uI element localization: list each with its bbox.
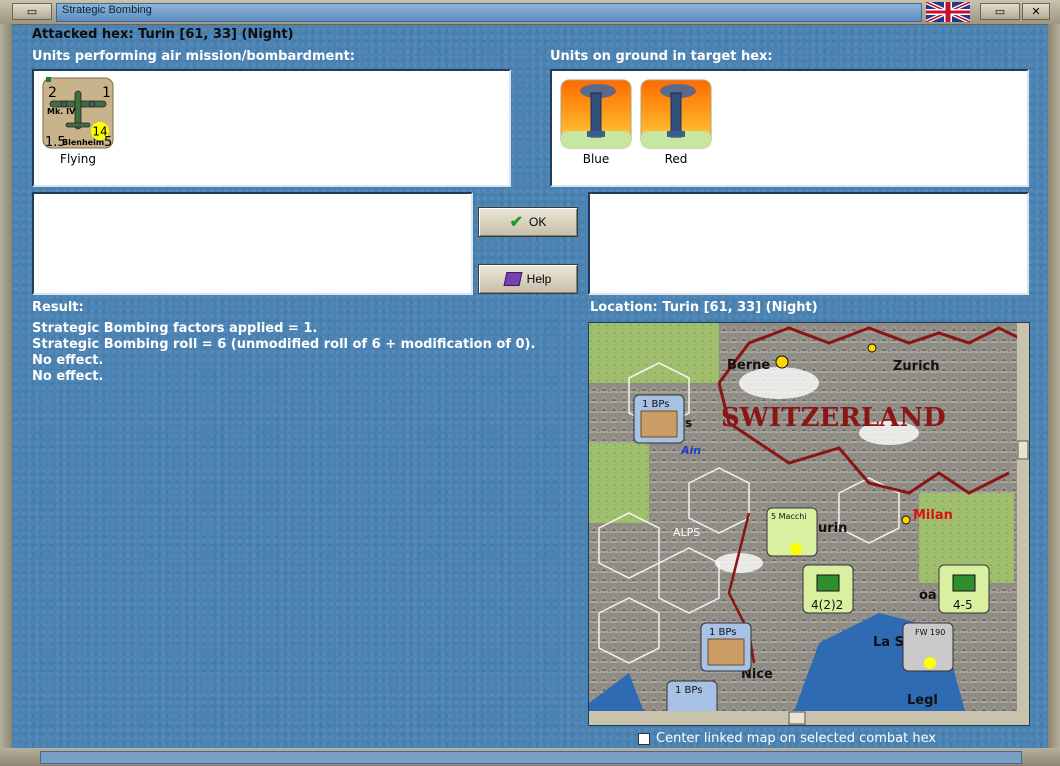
macchi-label: 5 Macchi <box>771 512 807 521</box>
map-counter-infantry-2[interactable]: 4-5 <box>938 564 990 614</box>
factory-smokestack-icon[interactable] <box>640 79 712 149</box>
minimize-button[interactable]: ▭ <box>12 3 52 20</box>
map-label-milan: Milan <box>913 508 953 523</box>
map-label-zurich: Zurich <box>893 359 940 374</box>
result-line-2: Strategic Bombing roll = 6 (unmodified r… <box>32 337 536 352</box>
air-units-heading: Units performing air mission/bombardment… <box>32 49 356 64</box>
help-button[interactable]: Help <box>478 264 578 294</box>
frame-right <box>1048 24 1060 748</box>
air-units-panel: 14 2 1 Mk. IV 1.5 Blenheim 5 Flying <box>32 69 511 187</box>
frame-left <box>0 24 12 748</box>
window-title: Strategic Bombing <box>62 4 152 16</box>
map-label-la-spezia: La S <box>873 635 904 650</box>
center-map-label: Center linked map on selected combat hex <box>656 731 937 746</box>
attacker-details-panel <box>32 192 473 295</box>
result-line-3: No effect. <box>32 353 104 368</box>
counter-top-left: 2 <box>48 85 57 101</box>
counter-top-right: 1 <box>102 85 111 101</box>
frame-bottom-inner <box>40 751 1022 764</box>
map-label-turin: urin <box>818 521 847 536</box>
help-book-icon <box>503 272 523 286</box>
result-line-4: No effect. <box>32 369 104 384</box>
attacked-hex-label: Attacked hex: Turin [61, 33] (Night) <box>32 27 294 42</box>
restore-button[interactable]: ▭ <box>980 3 1020 20</box>
help-button-label: Help <box>526 272 552 286</box>
fw190-label: FW 190 <box>915 628 945 637</box>
bps-label: 1 BPs <box>642 399 669 410</box>
map-label-leghorn: Legl <box>907 693 938 708</box>
factory-smokestack-icon[interactable] <box>560 79 632 149</box>
bps-label: 1 BPs <box>709 627 736 638</box>
checkmark-icon: ✔ <box>509 214 524 231</box>
map-label-genoa: oa <box>919 588 937 603</box>
infantry-strength: 4-5 <box>953 598 973 612</box>
ground-unit-label-blue: Blue <box>582 152 610 166</box>
ground-unit-red[interactable]: Red <box>638 79 714 166</box>
close-button[interactable]: ✕ <box>1022 3 1050 20</box>
center-map-checkbox[interactable] <box>638 732 650 745</box>
map-hscrollbar[interactable] <box>589 711 1029 725</box>
map-label-berne: Berne <box>727 358 770 373</box>
ground-unit-label-red: Red <box>664 152 688 166</box>
blenheim-counter-icon[interactable]: 14 2 1 Mk. IV 1.5 Blenheim 5 <box>42 77 114 150</box>
target-map[interactable]: SWITZERLAND Berne Zurich Milan urin ALPS… <box>588 322 1030 726</box>
map-label-ain: Ain <box>680 444 701 457</box>
map-label-alps: ALPS <box>673 526 700 539</box>
ground-units-heading: Units on ground in target hex: <box>550 49 773 64</box>
ground-unit-blue[interactable]: Blue <box>558 79 634 166</box>
map-counter-macchi-folgore[interactable]: 5 Macchi <box>766 507 818 557</box>
map-canvas[interactable]: SWITZERLAND Berne Zurich Milan urin ALPS… <box>589 323 1029 725</box>
map-counter-bps-2[interactable]: 1 BPs <box>700 622 752 672</box>
map-counter-bps-1[interactable]: 1 BPs <box>633 394 685 444</box>
map-counter-infantry-1[interactable]: 4(2)2 <box>802 564 854 614</box>
title-bar-inner <box>56 3 922 22</box>
location-heading: Location: Turin [61, 33] (Night) <box>590 300 818 315</box>
ok-button-label: OK <box>529 215 547 229</box>
ground-units-panel: Blue Red <box>550 69 1029 187</box>
counter-name: Blenheim <box>62 138 104 147</box>
counter-type: Mk. IV <box>47 107 76 116</box>
air-unit-blenheim[interactable]: 14 2 1 Mk. IV 1.5 Blenheim 5 Flying <box>40 77 116 166</box>
result-heading: Result: <box>32 300 84 315</box>
close-icon: ✕ <box>1031 5 1041 18</box>
union-jack-icon[interactable] <box>926 2 970 22</box>
map-label-fragment: s <box>685 416 692 430</box>
map-label-switzerland: SWITZERLAND <box>721 403 946 433</box>
ok-button[interactable]: ✔ OK <box>478 207 578 237</box>
map-vscrollbar[interactable] <box>1017 323 1029 711</box>
center-map-option[interactable]: Center linked map on selected combat hex <box>638 731 936 746</box>
defender-details-panel <box>588 192 1029 295</box>
infantry-strength: 4(2)2 <box>811 598 843 612</box>
result-line-1: Strategic Bombing factors applied = 1. <box>32 321 318 336</box>
counter-bottom-right: 5 <box>104 135 112 149</box>
map-hscroll-thumb[interactable] <box>788 711 806 725</box>
bps-label: 1 BPs <box>675 685 702 696</box>
map-vscroll-thumb[interactable] <box>1017 440 1029 460</box>
air-unit-status: Flying <box>60 152 96 166</box>
map-counter-fw190[interactable]: FW 190 <box>902 622 954 672</box>
